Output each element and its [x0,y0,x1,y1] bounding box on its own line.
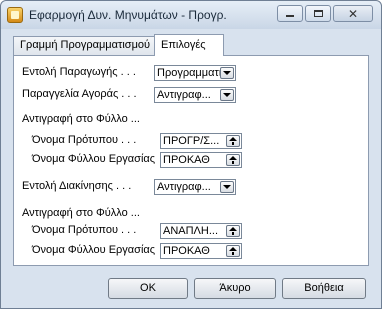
help-button[interactable]: Βοήθεια [282,278,366,299]
template-name-lookup-button-1[interactable] [226,135,240,147]
template-name-value-1: ΠΡΟΓΡ/Σ... [163,135,220,147]
sheet-name-field-2[interactable]: ΠΡΟΚΑΘ [160,243,242,259]
purchase-order-dropdown-button[interactable] [220,89,234,101]
template-name-label-1: Όνομα Πρότυπου . . . [32,134,137,146]
title-bar[interactable]: Εφαρμογή Δυν. Μηνυμάτων - Προγρ. ✕ [1,1,381,29]
sheet-name-row-1: Όνομα Φύλλου Εργασίας ΠΡΟΚΑΘ [14,152,368,168]
lookup-arrow-icon [229,247,237,255]
copy-to-sheet-label-1: Αντιγραφή στο Φύλλο ... [22,113,140,125]
purchase-order-row: Παραγγελία Αγοράς . . . Αντιγραφ... [14,87,368,103]
minimize-button[interactable] [277,5,303,22]
close-icon: ✕ [347,6,359,21]
copy-to-sheet-label-2: Αντιγραφή στο Φύλλο ... [22,207,140,219]
purchase-order-label: Παραγγελία Αγοράς . . . [22,88,137,100]
lookup-arrow-icon [229,137,237,145]
purchase-order-field[interactable]: Αντιγραφ... [154,87,236,103]
window-controls: ✕ [277,5,373,22]
production-order-label: Εντολή Παραγωγής . . . [22,66,136,78]
tab-options[interactable]: Επιλογές [154,34,224,56]
lookup-arrow-icon [229,227,237,235]
template-name-value-2: ΑΝΑΠΛΗ... [163,225,219,237]
options-panel: Εντολή Παραγωγής . . . Προγραμματι Παραγ… [13,55,369,266]
window-title: Εφαρμογή Δυν. Μηνυμάτων - Προγρ. [29,8,227,22]
lookup-arrow-icon [229,156,237,164]
production-order-dropdown-button[interactable] [220,67,234,79]
cancel-button[interactable]: Άκυρο [194,278,276,299]
sheet-name-label-2: Όνομα Φύλλου Εργασίας [32,244,156,256]
sheet-name-row-2: Όνομα Φύλλου Εργασίας ΠΡΟΚΑΘ [14,243,368,259]
transfer-order-dropdown-button[interactable] [220,181,234,193]
template-name-label-2: Όνομα Πρότυπου . . . [32,224,137,236]
maximize-icon [313,10,323,17]
copy-to-sheet-heading-1: Αντιγραφή στο Φύλλο ... [14,112,368,128]
app-icon [7,7,23,23]
sheet-name-field-1[interactable]: ΠΡΟΚΑΘ [160,152,242,168]
sheet-name-value-1: ΠΡΟΚΑΘ [163,154,210,166]
template-name-lookup-button-2[interactable] [226,225,240,237]
copy-to-sheet-heading-2: Αντιγραφή στο Φύλλο ... [14,206,368,222]
transfer-order-value: Αντιγραφ... [157,181,211,193]
sheet-name-value-2: ΠΡΟΚΑΘ [163,245,210,257]
dialog-window: Εφαρμογή Δυν. Μηνυμάτων - Προγρ. ✕ Γραμμ… [0,0,382,309]
production-order-value: Προγραμματι [157,67,221,79]
production-order-field[interactable]: Προγραμματι [154,65,236,81]
transfer-order-label: Εντολή Διακίνησης . . . [22,180,132,192]
chevron-down-icon [223,93,231,97]
production-order-row: Εντολή Παραγωγής . . . Προγραμματι [14,65,368,81]
minimize-icon [286,15,294,17]
tab-planning-line[interactable]: Γραμμή Προγραμματισμού [13,36,155,55]
template-name-field-2[interactable]: ΑΝΑΠΛΗ... [160,223,242,239]
sheet-name-lookup-button-1[interactable] [226,154,240,166]
purchase-order-value: Αντιγραφ... [157,89,211,101]
sheet-name-label-1: Όνομα Φύλλου Εργασίας [32,153,156,165]
transfer-order-field[interactable]: Αντιγραφ... [154,179,236,195]
template-name-row-1: Όνομα Πρότυπου . . . ΠΡΟΓΡ/Σ... [14,133,368,149]
sheet-name-lookup-button-2[interactable] [226,245,240,257]
transfer-order-row: Εντολή Διακίνησης . . . Αντιγραφ... [14,179,368,195]
template-name-field-1[interactable]: ΠΡΟΓΡ/Σ... [160,133,242,149]
ok-button[interactable]: OK [108,278,188,299]
maximize-button[interactable] [305,5,331,22]
chevron-down-icon [223,185,231,189]
chevron-down-icon [223,71,231,75]
template-name-row-2: Όνομα Πρότυπου . . . ΑΝΑΠΛΗ... [14,223,368,239]
close-button[interactable]: ✕ [333,5,373,22]
